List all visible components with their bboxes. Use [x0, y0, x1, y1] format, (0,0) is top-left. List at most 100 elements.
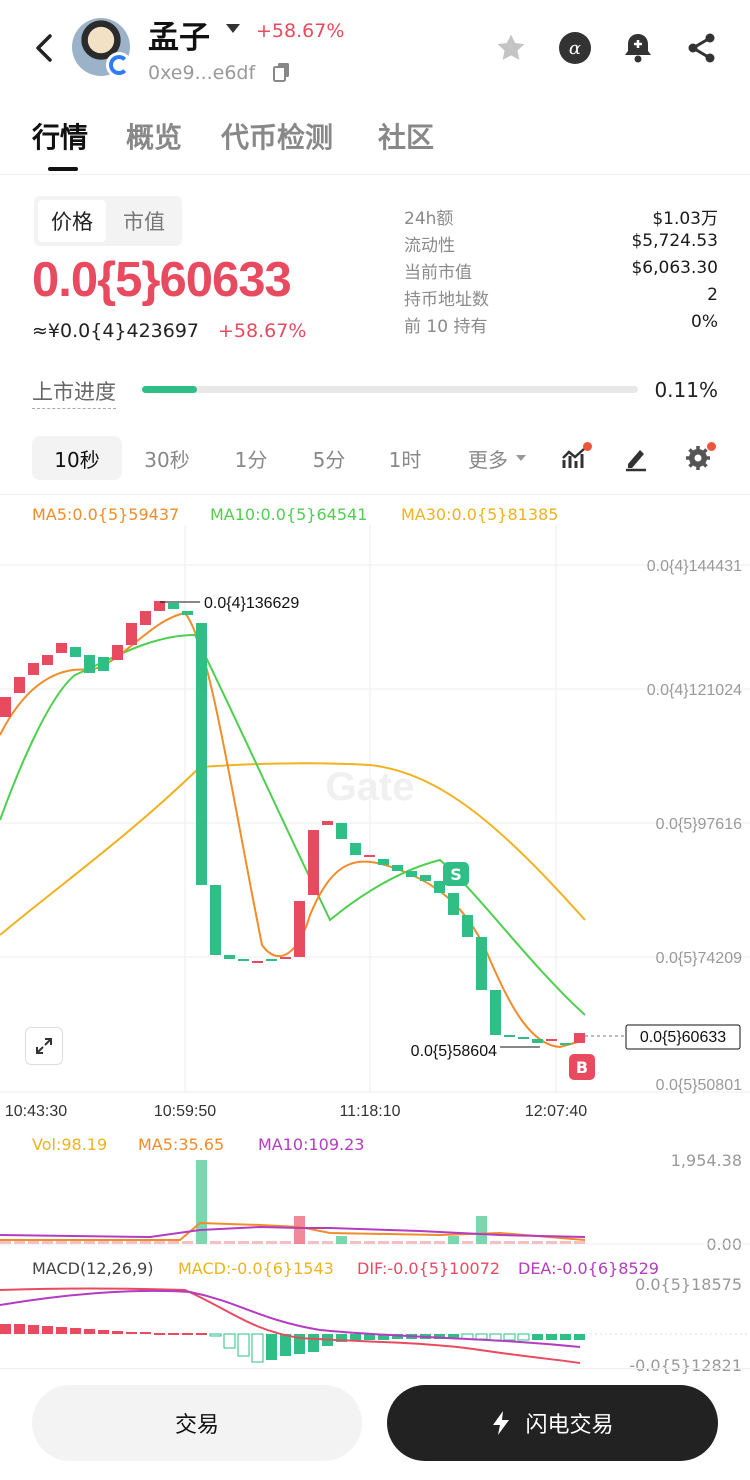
macd-bar	[574, 1334, 585, 1340]
volume-bar	[532, 1241, 543, 1244]
toggle-market-cap[interactable]: 市值	[110, 200, 178, 242]
volume-bar	[224, 1241, 235, 1244]
candle	[210, 885, 221, 955]
macd-bar	[223, 1333, 236, 1349]
trade-button[interactable]: 交易	[32, 1385, 362, 1461]
stat-label: 持币地址数	[404, 290, 489, 310]
price-cny: ≈¥0.0{4}423697	[32, 320, 200, 342]
macd-params: MACD(12,26,9)	[32, 1259, 154, 1278]
interval-5m[interactable]: 5分	[292, 436, 366, 480]
flash-trade-label: 闪电交易	[525, 1413, 614, 1438]
macd-bar	[42, 1326, 53, 1334]
candle	[574, 1033, 585, 1043]
volume-bar	[14, 1241, 25, 1244]
stat-label: 当前市值	[404, 263, 472, 283]
candle	[196, 623, 207, 885]
x-tick: 12:07:40	[525, 1103, 587, 1120]
macd-bar	[503, 1333, 516, 1341]
star-icon[interactable]	[493, 30, 529, 66]
token-name[interactable]: 孟子	[148, 12, 210, 57]
macd-bar	[517, 1333, 530, 1341]
volume-bar	[98, 1241, 109, 1244]
macd-bar	[140, 1332, 151, 1334]
price-mode-toggle: 价格 市值	[34, 196, 182, 246]
alpha-icon[interactable]: α	[557, 30, 593, 66]
tab-overview[interactable]: 概览	[126, 116, 182, 156]
high-price-label: 0.0{4}136629	[204, 595, 299, 612]
interval-30s[interactable]: 30秒	[128, 436, 206, 480]
vol-ma10-legend: MA10:109.23	[258, 1135, 365, 1154]
settings-icon[interactable]	[680, 440, 716, 476]
candle	[392, 865, 403, 871]
volume-bar	[406, 1241, 417, 1244]
bell-plus-icon[interactable]	[620, 30, 656, 66]
interval-1h[interactable]: 1时	[368, 436, 442, 480]
vol-legend: Vol:98.19	[32, 1135, 108, 1154]
interval-more[interactable]: 更多	[452, 436, 542, 480]
macd-bar	[266, 1334, 277, 1360]
volume-bar	[112, 1241, 123, 1244]
tab-market[interactable]: 行情	[32, 116, 88, 156]
token-avatar	[72, 18, 132, 78]
volume-bar	[238, 1241, 249, 1244]
candle	[420, 875, 431, 881]
volume-bar	[336, 1236, 347, 1244]
listing-progress-label[interactable]: 上市进度	[32, 376, 116, 409]
candle	[532, 1039, 543, 1043]
tab-token-check[interactable]: 代币检测	[221, 116, 333, 156]
tab-community[interactable]: 社区	[378, 116, 434, 156]
volume-bar	[280, 1241, 291, 1244]
interval-1m[interactable]: 1分	[214, 436, 288, 480]
fullscreen-button[interactable]	[25, 1027, 63, 1065]
volume-bar	[42, 1241, 53, 1244]
candle	[490, 990, 501, 1035]
toggle-price[interactable]: 价格	[38, 200, 106, 242]
flash-trade-button[interactable]: 闪电交易	[387, 1385, 718, 1461]
macd-bar	[280, 1334, 291, 1356]
macd-bar	[112, 1331, 123, 1334]
indicator-icon[interactable]	[556, 440, 592, 476]
volume-bar	[84, 1241, 95, 1244]
candlestick-chart[interactable]: Gate 0.0{4}136629 0.0{5}58604 0.0{5}6063…	[0, 525, 750, 1135]
token-change: +58.67%	[256, 20, 345, 42]
macd-dif: DIF:-0.0{5}10072	[357, 1259, 501, 1278]
volume-bar	[140, 1241, 151, 1244]
interval-10s[interactable]: 10秒	[32, 436, 122, 480]
stat-value: $5,724.53	[631, 231, 718, 251]
stat-label: 前 10 持有	[404, 317, 488, 337]
volume-bar	[196, 1160, 207, 1244]
candle	[266, 959, 277, 961]
candle	[14, 677, 25, 693]
candle	[126, 623, 137, 645]
macd-bar	[154, 1333, 165, 1335]
copy-icon[interactable]	[273, 62, 291, 82]
y-tick: 0.0{5}97616	[656, 816, 742, 833]
stat-value: $6,063.30	[631, 258, 718, 278]
macd-bar	[28, 1325, 39, 1334]
volume-bar	[574, 1241, 585, 1244]
chevron-down-icon	[516, 455, 526, 461]
draw-icon[interactable]	[618, 440, 654, 476]
y-tick: 0.0{5}74209	[656, 950, 742, 967]
volume-bar	[518, 1241, 529, 1244]
volume-bar	[0, 1241, 11, 1244]
candle	[308, 830, 319, 895]
candle	[406, 871, 417, 877]
candle	[462, 915, 473, 937]
candle	[224, 955, 235, 959]
y-tick: 0.0{5}50801	[656, 1077, 742, 1094]
last-price-label: 0.0{5}60633	[640, 1029, 726, 1046]
price-change: +58.67%	[218, 320, 307, 342]
macd-bar	[98, 1330, 109, 1334]
candle	[448, 893, 459, 915]
volume-bar	[350, 1241, 361, 1244]
back-icon[interactable]	[30, 30, 58, 66]
volume-bar	[560, 1241, 571, 1244]
candle	[168, 603, 179, 609]
share-icon[interactable]	[684, 30, 720, 66]
volume-bar	[364, 1241, 375, 1244]
volume-bar	[70, 1241, 81, 1244]
chevron-down-icon[interactable]	[226, 24, 240, 33]
volume-bar	[392, 1241, 403, 1244]
stat-label: 流动性	[404, 236, 455, 256]
